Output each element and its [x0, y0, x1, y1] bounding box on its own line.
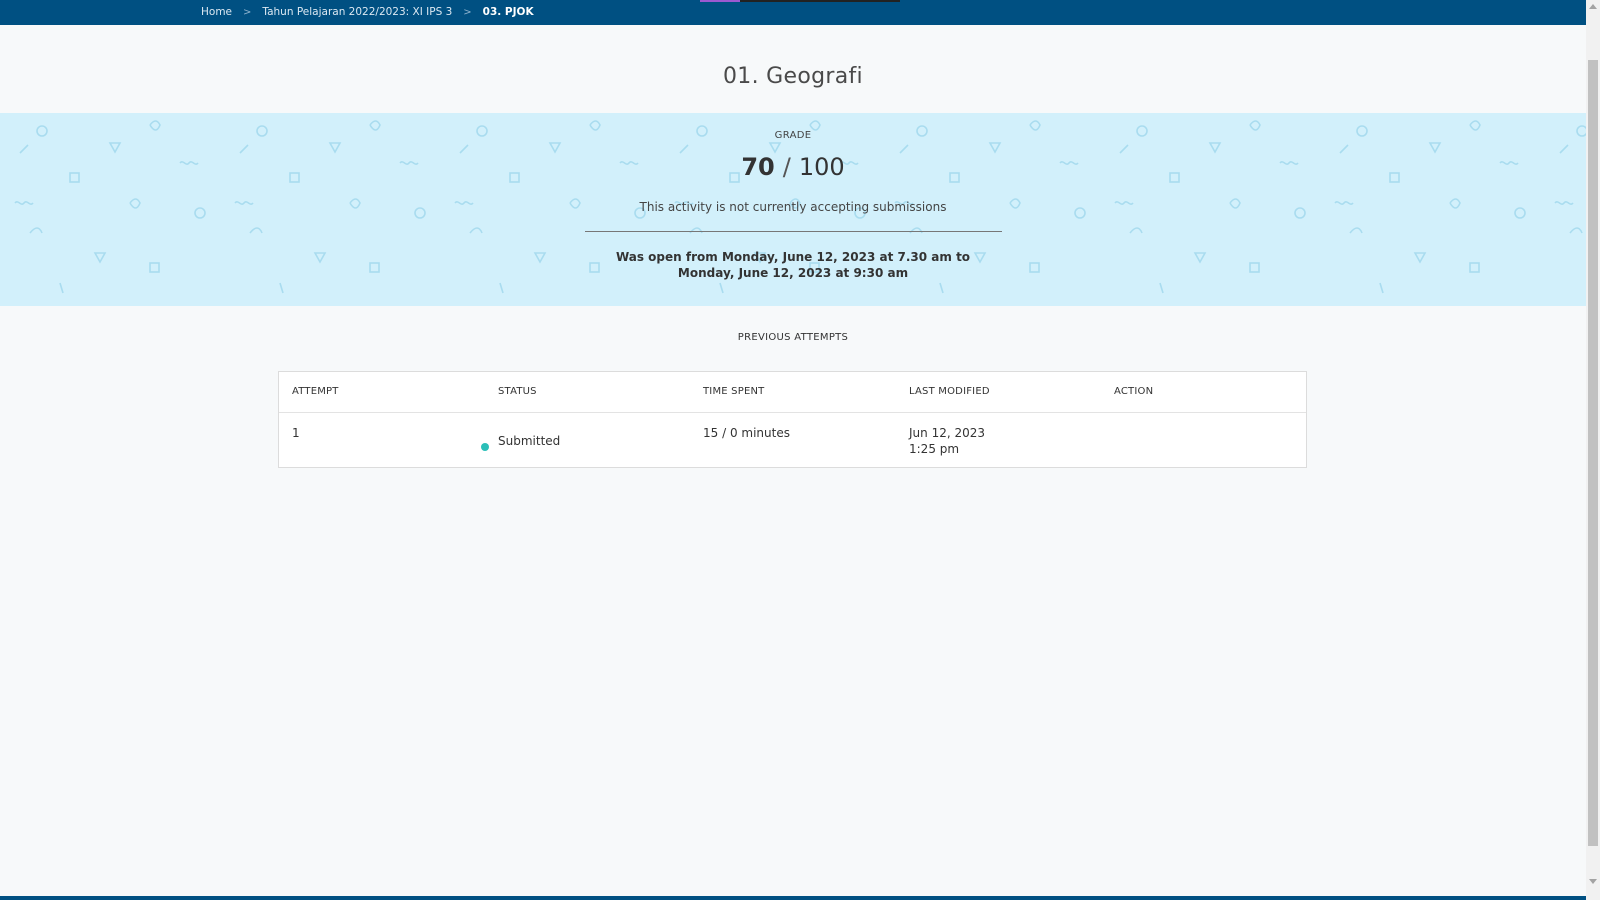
- previous-attempts-heading: PREVIOUS ATTEMPTS: [737, 332, 849, 343]
- submission-status-message: This activity is not currently accepting…: [639, 200, 947, 214]
- status-indicator-icon: [481, 443, 489, 451]
- scroll-down-arrow-icon[interactable]: [1589, 879, 1597, 884]
- attempts-table: ATTEMPT STATUS TIME SPENT LAST MODIFIED …: [278, 371, 1307, 468]
- top-navigation-bar: Home > Tahun Pelajaran 2022/2023: XI IPS…: [0, 0, 1586, 25]
- column-header-attempt: ATTEMPT: [292, 386, 339, 397]
- grade-label: GRADE: [774, 130, 812, 141]
- open-window-text: Was open from Monday, June 12, 2023 at 7…: [615, 250, 971, 280]
- breadcrumb-current-item: 03. PJOK: [482, 6, 534, 18]
- breadcrumb-separator: >: [463, 6, 472, 18]
- grade-earned: 70: [741, 153, 775, 181]
- scrollbar-thumb[interactable]: [1588, 60, 1598, 846]
- breadcrumb-home-link[interactable]: Home: [201, 6, 232, 18]
- column-header-action: ACTION: [1114, 386, 1154, 397]
- grade-total: 100: [798, 153, 845, 181]
- active-tab-indicator: [700, 0, 900, 2]
- breadcrumb: Home > Tahun Pelajaran 2022/2023: XI IPS…: [201, 3, 534, 21]
- table-row: 1 Submitted 15 / 0 minutes Jun 12, 2023 …: [279, 413, 1306, 468]
- grade-slash: /: [782, 153, 791, 181]
- page-title: 01. Geografi: [723, 64, 863, 89]
- divider: [585, 231, 1002, 232]
- attempt-number: 1: [292, 426, 300, 440]
- column-header-last-modified: LAST MODIFIED: [909, 386, 990, 397]
- grade-score: 70/100: [0, 153, 1586, 181]
- attempt-last-modified-time: 1:25 pm: [909, 442, 960, 456]
- vertical-scrollbar[interactable]: [1586, 0, 1600, 900]
- bottom-bar: [0, 896, 1586, 900]
- column-header-status: STATUS: [498, 386, 537, 397]
- attempt-time-spent: 15 / 0 minutes: [703, 426, 790, 440]
- column-header-time-spent: TIME SPENT: [703, 386, 765, 397]
- grade-banner: GRADE 70/100 This activity is not curren…: [0, 113, 1586, 306]
- attempt-status: Submitted: [498, 434, 561, 448]
- table-header: ATTEMPT STATUS TIME SPENT LAST MODIFIED …: [279, 372, 1306, 413]
- breadcrumb-class-link[interactable]: Tahun Pelajaran 2022/2023: XI IPS 3: [262, 6, 452, 18]
- attempt-last-modified-date: Jun 12, 2023: [909, 426, 986, 440]
- scroll-up-arrow-icon[interactable]: [1589, 4, 1597, 9]
- breadcrumb-separator: >: [243, 6, 252, 18]
